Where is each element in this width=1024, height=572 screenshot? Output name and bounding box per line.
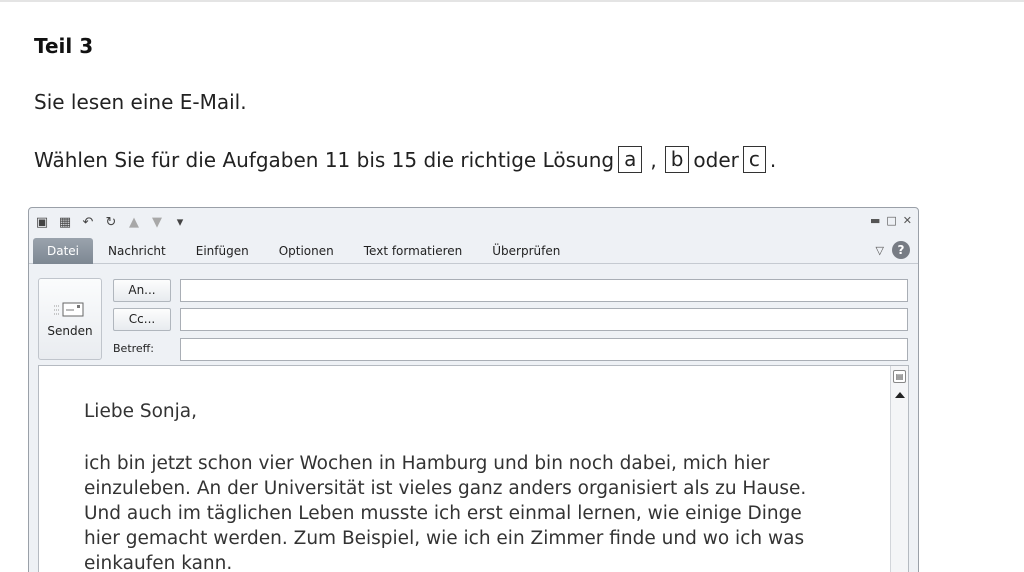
undo-icon[interactable]: ↶ — [80, 215, 96, 230]
email-line: hier gemacht werden. Zum Beispiel, wie i… — [84, 528, 805, 549]
ribbon-tabs: Datei Nachricht Einfügen Optionen Text f… — [29, 237, 918, 264]
email-window: ▣ ▦ ↶ ↻ ▲ ▼ ▾ ▬ □ ✕ Datei Nachricht Einf… — [28, 207, 919, 572]
top-divider — [0, 0, 1024, 2]
cc-field[interactable] — [180, 308, 908, 331]
quick-access-toolbar: ▣ ▦ ↶ ↻ ▲ ▼ ▾ — [29, 208, 918, 236]
message-body[interactable]: Liebe Sonja, ich bin jetzt schon vier Wo… — [38, 365, 909, 572]
email-line: einkaufen kann. — [84, 553, 233, 572]
tab-einfuegen[interactable]: Einfügen — [181, 238, 264, 264]
option-b-box: b — [664, 146, 690, 173]
scroll-up-icon[interactable] — [895, 392, 905, 398]
redo-icon[interactable]: ↻ — [103, 215, 119, 230]
section-heading: Teil 3 — [34, 34, 94, 58]
email-line: einzuleben. An der Universität ist viele… — [84, 478, 807, 499]
account-icon[interactable]: ▣ — [34, 215, 50, 230]
split-view-icon[interactable]: ▤ — [893, 370, 906, 383]
instruction-text: Wählen Sie für die Aufgaben 11 bis 15 di… — [34, 147, 615, 172]
intro-text: Sie lesen eine E-Mail. — [34, 90, 247, 114]
ribbon-right-controls: ▽ ? — [876, 241, 910, 259]
tab-nachricht[interactable]: Nachricht — [93, 238, 181, 264]
email-line: Und auch im täglichen Leben musste ich e… — [84, 503, 802, 524]
tab-text-formatieren[interactable]: Text formatieren — [349, 238, 478, 264]
tab-ueberpruefen[interactable]: Überprüfen — [477, 238, 575, 264]
send-button[interactable]: Senden — [38, 278, 102, 360]
subject-field[interactable] — [180, 338, 908, 361]
vertical-scrollbar[interactable]: ▤ — [890, 366, 908, 572]
option-connector: oder — [693, 147, 739, 172]
email-line: ich bin jetzt schon vier Wochen in Hambu… — [84, 453, 770, 474]
ribbon-collapse-icon[interactable]: ▽ — [876, 244, 884, 257]
email-greeting: Liebe Sonja, — [84, 401, 197, 422]
option-a-box: a — [618, 146, 643, 173]
restore-icon[interactable]: □ — [886, 214, 896, 227]
close-icon[interactable]: ✕ — [903, 214, 912, 227]
help-icon[interactable]: ? — [892, 241, 910, 259]
send-label: Senden — [47, 324, 93, 338]
customize-icon[interactable]: ▾ — [172, 215, 188, 230]
up-arrow-icon[interactable]: ▲ — [126, 215, 142, 230]
send-icon — [54, 302, 84, 317]
tab-datei[interactable]: Datei — [33, 237, 94, 264]
to-field[interactable] — [180, 279, 908, 302]
email-text: Liebe Sonja, ich bin jetzt schon vier Wo… — [84, 399, 806, 572]
minimize-icon[interactable]: ▬ — [870, 214, 880, 227]
option-c-box: c — [742, 146, 766, 173]
cc-button[interactable]: Cc... — [113, 308, 171, 331]
option-separator: , — [650, 147, 657, 172]
instruction-line: Wählen Sie für die Aufgaben 11 bis 15 di… — [34, 146, 776, 173]
to-button[interactable]: An... — [113, 279, 171, 302]
instruction-end: . — [769, 147, 777, 172]
save-icon[interactable]: ▦ — [57, 215, 73, 230]
subject-label: Betreff: — [113, 342, 154, 355]
tab-optionen[interactable]: Optionen — [264, 238, 349, 264]
down-arrow-icon[interactable]: ▼ — [149, 215, 165, 230]
window-controls: ▬ □ ✕ — [870, 214, 912, 227]
